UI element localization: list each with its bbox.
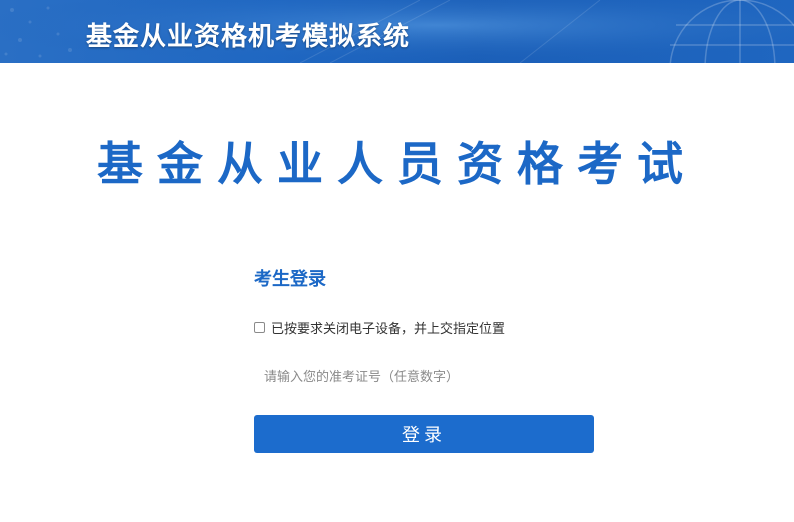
- login-form: 考生登录 已按要求关闭电子设备，并上交指定位置 登录: [254, 266, 594, 453]
- device-agreement-row[interactable]: 已按要求关闭电子设备，并上交指定位置: [254, 318, 505, 337]
- admission-number-input[interactable]: [254, 362, 594, 392]
- exam-title: 基金从业人员资格考试: [97, 137, 697, 191]
- login-page: 基金从业资格机考模拟系统 基金从业人员资格考试 考生登录 已按要求关闭电子设备，…: [0, 0, 794, 522]
- app-title: 基金从业资格机考模拟系统: [86, 22, 411, 52]
- header-banner: 基金从业资格机考模拟系统: [0, 0, 794, 63]
- login-button[interactable]: 登录: [254, 415, 594, 453]
- login-heading: 考生登录: [254, 269, 326, 290]
- device-agreement-checkbox[interactable]: [254, 322, 265, 333]
- device-agreement-label[interactable]: 已按要求关闭电子设备，并上交指定位置: [271, 318, 505, 337]
